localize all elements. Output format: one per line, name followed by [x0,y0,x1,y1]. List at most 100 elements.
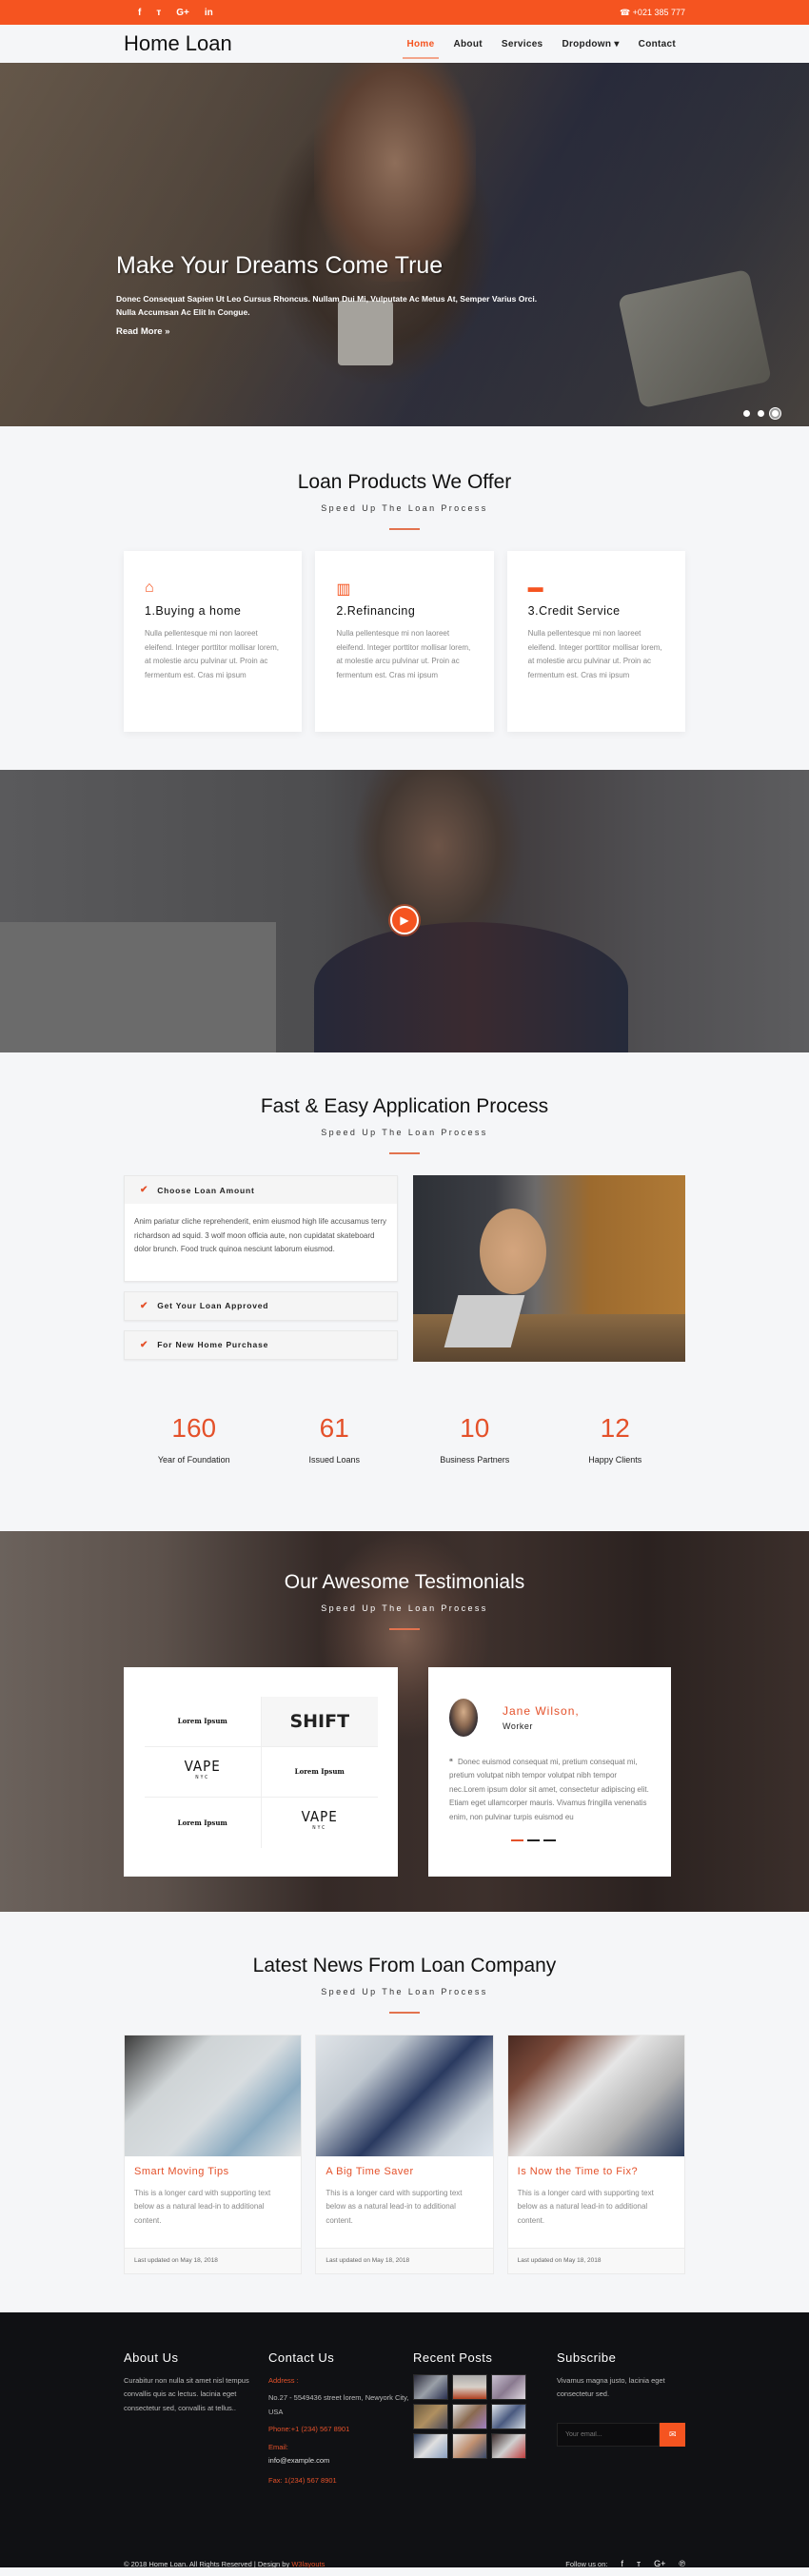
product-card: ⌂ 1.Buying a home Nulla pellentesque mi … [124,551,303,732]
email-link[interactable]: info@example.com [268,2454,413,2468]
recent-post-thumb[interactable] [413,2403,448,2429]
news-updated: Last updated on May 18, 2018 [125,2247,302,2273]
hero-image-pillow [618,268,772,409]
stats-row: 160 Year of Foundation 61 Issued Loans 10 B… [124,1413,685,1465]
partner-logo: Lorem Ipsum [145,1696,262,1747]
google-plus-icon[interactable]: G+ [176,8,189,18]
product-title: 3.Credit Service [527,604,621,618]
avatar [449,1698,478,1737]
slider-dot-active[interactable] [772,410,779,417]
email-input[interactable] [557,2422,661,2447]
testimonial-card: Jane Wilson, Worker “Donec euismod conse… [428,1666,671,1877]
testimonial-quote: “Donec euismod consequat mi, pretium con… [449,1756,655,1825]
testimonials-section: Our Awesome Testimonials Speed Up The Lo… [0,1530,809,1912]
slider-dots [743,410,779,417]
recent-post-thumb[interactable] [413,2373,448,2400]
subscribe-button[interactable]: ✉ [660,2422,685,2447]
news-card[interactable]: Is Now the Time to Fix? This is a longer … [506,2034,685,2274]
section-subtitle: Speed Up The Loan Process [321,1986,488,1996]
video-image-monitor [0,922,276,1052]
footer-bottom: © 2018 Home Loan. All Rights Reserved | … [124,2559,685,2568]
partner-logo-vape: VAPE NYC [262,1798,379,1848]
logo-subtext: NYC [195,1774,210,1780]
follow-us: Follow us on: f ᴛ G+ ℗ [565,2559,685,2568]
follow-label: Follow us on: [565,2559,608,2568]
social-links: f ᴛ G+ in [124,8,213,18]
brand-logo[interactable]: Home Loan [124,31,232,56]
nav-about[interactable]: About [444,33,491,55]
footer-about: About Us Curabitur non nulla sit amet ni… [124,2350,268,2488]
stat-label: Issued Loans [308,1454,361,1465]
nav-services[interactable]: Services [492,33,553,55]
recent-post-thumb[interactable] [491,2373,526,2400]
hero-text: Donec Consequat Sapien Ut Leo Cursus Rho… [116,294,538,317]
product-card: ▥ 2.Refinancing Nulla pellentesque mi no… [315,551,494,732]
recent-post-thumb[interactable] [491,2403,526,2429]
slider-dot[interactable] [758,410,764,417]
news-title[interactable]: Smart Moving Tips [134,2166,291,2177]
product-title: 1.Buying a home [145,604,242,618]
main-nav: Home About Services Dropdown ▾ Contact [398,33,686,59]
process-image-laptop [444,1295,525,1347]
footer-recent-posts: Recent Posts [413,2350,557,2488]
partner-logo-shift: SHIFT [261,1696,378,1747]
stat-label: Happy Clients [588,1454,642,1465]
copyright-text: © 2018 Home Loan. All Rights Reserved | … [124,2559,292,2568]
news-text: This is a longer card with supporting te… [326,2188,463,2225]
nav-contact[interactable]: Contact [629,33,685,55]
testimonial-role: Worker [503,1721,533,1731]
twitter-icon[interactable]: ᴛ [156,8,161,18]
home-icon: ⌂ [145,580,154,596]
product-title: 2.Refinancing [336,604,416,618]
logo-text: VAPE [301,1808,338,1825]
news-card[interactable]: Smart Moving Tips This is a longer card w… [124,2034,303,2274]
accordion-header[interactable]: ✔ Get Your Loan Approved [125,1292,397,1320]
recent-post-thumb[interactable] [413,2432,448,2459]
news-title[interactable]: A Big Time Saver [326,2166,483,2177]
copyright: © 2018 Home Loan. All Rights Reserved | … [124,2560,325,2568]
slider-dot[interactable] [743,410,750,417]
section-title: Our Awesome Testimonials [284,1570,525,1593]
nav-dropdown[interactable]: Dropdown ▾ [552,33,628,55]
accordion-item: ✔ Choose Loan Amount Anim pariatur clich… [124,1175,398,1282]
accordion-header[interactable]: ✔ For New Home Purchase [125,1331,397,1359]
title-divider [389,1627,420,1630]
news-image [507,2035,684,2156]
phone-text: Phone:+1 (234) 567 8901 [268,2425,350,2433]
hero-slider: Make Your Dreams Come True Donec Consequ… [0,63,809,426]
video-image-person [314,922,628,1052]
recent-post-thumb[interactable] [452,2373,487,2400]
subscribe-form: ✉ [557,2422,685,2447]
facebook-icon[interactable]: f [138,8,141,18]
news-text: This is a longer card with supporting te… [134,2188,271,2225]
recent-post-thumb[interactable] [452,2403,487,2429]
news-card[interactable]: A Big Time Saver This is a longer card wi… [315,2034,494,2274]
recent-post-thumb[interactable] [452,2432,487,2459]
play-button[interactable]: ▶ [390,906,419,934]
address-label: Address : [268,2375,299,2385]
section-subtitle: Speed Up The Loan Process [321,1128,488,1137]
news-title[interactable]: Is Now the Time to Fix? [518,2166,675,2177]
logo-subtext: NYC [312,1825,327,1831]
building-icon: ▥ [336,581,351,598]
read-more-link[interactable]: Read More » [116,326,170,337]
testimonial-dot[interactable] [526,1839,540,1841]
section-subtitle: Speed Up The Loan Process [321,503,488,513]
stat-label: Business Partners [440,1454,510,1465]
loan-products-section: Loan Products We Offer Speed Up The Loan… [0,426,809,770]
accordion-header[interactable]: ✔ Choose Loan Amount [125,1176,397,1204]
facebook-icon[interactable]: f [621,2559,623,2568]
twitter-icon[interactable]: ᴛ [637,2559,641,2568]
process-accordion: ✔ Choose Loan Amount Anim pariatur clich… [124,1175,398,1369]
product-card: ▬ 3.Credit Service Nulla pellentesque mi… [506,551,685,732]
testimonial-dot[interactable] [543,1839,556,1841]
footer-heading: Contact Us [268,2350,335,2365]
play-icon: ▶ [400,914,409,927]
linkedin-icon[interactable]: in [205,8,213,18]
nav-home[interactable]: Home [398,33,444,59]
recent-post-thumb[interactable] [491,2432,526,2459]
designer-link[interactable]: W3layouts [291,2560,325,2568]
google-plus-icon[interactable]: G+ [654,2559,665,2568]
pinterest-icon[interactable]: ℗ [679,2559,685,2568]
testimonial-dot-active[interactable] [510,1839,523,1841]
